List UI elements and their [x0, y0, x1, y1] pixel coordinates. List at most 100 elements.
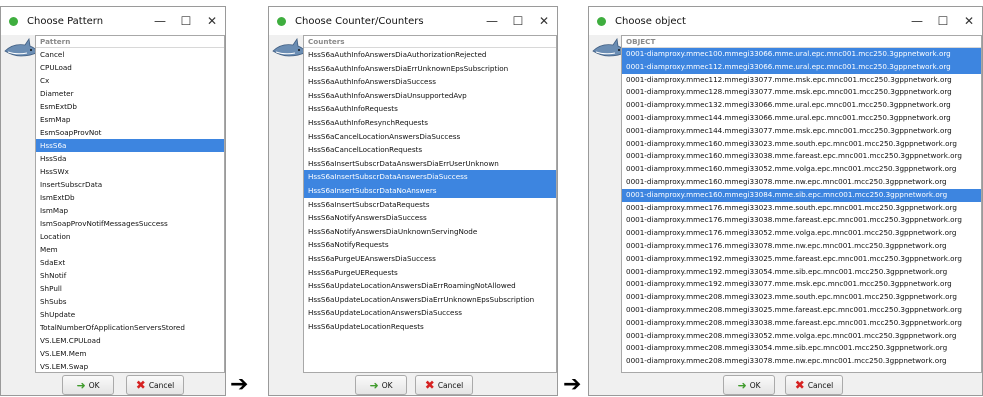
- list-item[interactable]: 0001-diamproxy.mmec100.mmegi33066.mme.ur…: [622, 48, 981, 61]
- list-item[interactable]: HssS6aPurgeUEAnswersDiaSuccess: [304, 252, 556, 266]
- list-item[interactable]: HssS6aUpdateLocationAnswersDiaErrRoaming…: [304, 279, 556, 293]
- list-item[interactable]: HssS6aAuthInfoAnswersDiaAuthorizationRej…: [304, 48, 556, 62]
- cancel-button[interactable]: ✖ Cancel: [415, 375, 473, 395]
- counter-dialog-title: Choose Counter/Counters: [295, 15, 424, 27]
- object-list[interactable]: OBJECT 0001-diamproxy.mmec100.mmegi33066…: [621, 35, 982, 373]
- list-item[interactable]: HssS6aAuthInfoAnswersDiaSuccess: [304, 75, 556, 89]
- list-item[interactable]: HssS6aAuthInfoResynchRequests: [304, 116, 556, 130]
- list-item[interactable]: VS.LEM.CPULoad: [36, 334, 224, 347]
- maximize-button[interactable]: ☐: [930, 10, 956, 32]
- shark-icon: [4, 37, 39, 57]
- list-item[interactable]: HssSWx: [36, 165, 224, 178]
- list-item[interactable]: 0001-diamproxy.mmec192.mmegi33025.mme.fa…: [622, 253, 981, 266]
- list-item[interactable]: HssS6a: [36, 139, 224, 152]
- counter-dialog-titlebar: Choose Counter/Counters — ☐ ✕: [269, 7, 557, 35]
- counter-list[interactable]: Counters HssS6aAuthInfoAnswersDiaAuthori…: [303, 35, 557, 373]
- list-item[interactable]: HssSda: [36, 152, 224, 165]
- list-item[interactable]: CPULoad: [36, 61, 224, 74]
- list-item[interactable]: HssS6aNotifyAnswersDiaSuccess: [304, 211, 556, 225]
- list-item[interactable]: Location: [36, 230, 224, 243]
- minimize-button[interactable]: —: [479, 10, 505, 32]
- list-item[interactable]: 0001-diamproxy.mmec208.mmegi33038.mme.fa…: [622, 317, 981, 330]
- list-item[interactable]: 0001-diamproxy.mmec208.mmegi33078.mme.nw…: [622, 355, 981, 368]
- ok-button[interactable]: ➜ OK: [355, 375, 407, 395]
- list-item[interactable]: HssS6aAuthInfoAnswersDiaUnsupportedAvp: [304, 89, 556, 103]
- list-item[interactable]: Diameter: [36, 87, 224, 100]
- list-item[interactable]: HssS6aInsertSubscrDataAnswersDiaSuccess: [304, 170, 556, 184]
- list-item[interactable]: 0001-diamproxy.mmec176.mmegi33052.mme.vo…: [622, 227, 981, 240]
- list-item[interactable]: ShNotif: [36, 269, 224, 282]
- list-item[interactable]: 0001-diamproxy.mmec160.mmegi33023.mme.so…: [622, 138, 981, 151]
- close-button[interactable]: ✕: [956, 10, 982, 32]
- list-item[interactable]: 0001-diamproxy.mmec192.mmegi33077.mme.ms…: [622, 278, 981, 291]
- list-item[interactable]: HssS6aUpdateLocationAnswersDiaErrUnknown…: [304, 293, 556, 307]
- list-item[interactable]: HssS6aNotifyRequests: [304, 238, 556, 252]
- close-button[interactable]: ✕: [199, 10, 225, 32]
- list-item[interactable]: 0001-diamproxy.mmec208.mmegi33025.mme.fa…: [622, 304, 981, 317]
- list-item[interactable]: ShPull: [36, 282, 224, 295]
- list-item[interactable]: 0001-diamproxy.mmec160.mmegi33052.mme.vo…: [622, 163, 981, 176]
- list-item[interactable]: IsmSoapProvNotifMessagesSuccess: [36, 217, 224, 230]
- list-item[interactable]: HssS6aUpdateLocationRequests: [304, 320, 556, 334]
- list-item[interactable]: 0001-diamproxy.mmec112.mmegi33066.mme.ur…: [622, 60, 981, 74]
- list-item[interactable]: Cx: [36, 74, 224, 87]
- check-icon: ➜: [369, 378, 379, 392]
- list-item[interactable]: SdaExt: [36, 256, 224, 269]
- maximize-button[interactable]: ☐: [505, 10, 531, 32]
- list-item[interactable]: 0001-diamproxy.mmec132.mmegi33066.mme.ur…: [622, 99, 981, 112]
- list-item[interactable]: HssS6aPurgeUERequests: [304, 266, 556, 280]
- list-item[interactable]: HssS6aNotifyAnswersDiaUnknownServingNode: [304, 225, 556, 239]
- check-icon: ➜: [737, 378, 747, 392]
- list-item[interactable]: HssS6aUpdateLocationAnswersDiaSuccess: [304, 306, 556, 320]
- ok-button[interactable]: ➜ OK: [723, 375, 775, 395]
- list-item[interactable]: HssS6aInsertSubscrDataNoAnswers: [304, 183, 556, 198]
- ok-button[interactable]: ➜ OK: [62, 375, 114, 395]
- check-icon: ➜: [76, 378, 86, 392]
- maximize-button[interactable]: ☐: [173, 10, 199, 32]
- list-item[interactable]: 0001-diamproxy.mmec176.mmegi33078.mme.nw…: [622, 240, 981, 253]
- counter-dialog: Choose Counter/Counters — ☐ ✕ Counters H…: [268, 6, 558, 396]
- list-item[interactable]: 0001-diamproxy.mmec208.mmegi33054.mme.si…: [622, 342, 981, 355]
- list-item[interactable]: 0001-diamproxy.mmec160.mmegi33038.mme.fa…: [622, 150, 981, 163]
- list-item[interactable]: EsmMap: [36, 113, 224, 126]
- list-item[interactable]: VS.LEM.Swap: [36, 360, 224, 372]
- list-item[interactable]: HssS6aAuthInfoAnswersDiaErrUnknownEpsSub…: [304, 62, 556, 76]
- pattern-list[interactable]: Pattern Cancel CPULoad Cx Diameter EsmExtDb E…: [35, 35, 225, 373]
- ok-label: OK: [749, 380, 761, 390]
- list-item[interactable]: IsmExtDb: [36, 191, 224, 204]
- list-item[interactable]: 0001-diamproxy.mmec192.mmegi33054.mme.si…: [622, 266, 981, 279]
- list-item[interactable]: IsmMap: [36, 204, 224, 217]
- list-item[interactable]: 0001-diamproxy.mmec176.mmegi33038.mme.fa…: [622, 214, 981, 227]
- list-item[interactable]: Cancel: [36, 48, 224, 61]
- list-item[interactable]: 0001-diamproxy.mmec160.mmegi33084.mme.si…: [622, 188, 981, 202]
- list-item[interactable]: 0001-diamproxy.mmec176.mmegi33023.mme.so…: [622, 202, 981, 215]
- pattern-list-header: Pattern: [36, 36, 224, 48]
- list-item[interactable]: 0001-diamproxy.mmec112.mmegi33077.mme.ms…: [622, 74, 981, 87]
- list-item[interactable]: HssS6aAuthInfoRequests: [304, 102, 556, 116]
- list-item[interactable]: 0001-diamproxy.mmec208.mmegi33052.mme.vo…: [622, 330, 981, 343]
- close-button[interactable]: ✕: [531, 10, 557, 32]
- list-item[interactable]: TotalNumberOfApplicationServersStored: [36, 321, 224, 334]
- list-item[interactable]: ShUpdate: [36, 308, 224, 321]
- list-item[interactable]: InsertSubscrData: [36, 178, 224, 191]
- list-item[interactable]: HssS6aCancelLocationRequests: [304, 143, 556, 157]
- list-item[interactable]: HssS6aInsertSubscrDataAnswersDiaErrUserU…: [304, 157, 556, 171]
- list-item[interactable]: EsmExtDb: [36, 100, 224, 113]
- list-item[interactable]: 0001-diamproxy.mmec144.mmegi33066.mme.ur…: [622, 112, 981, 125]
- list-item[interactable]: 0001-diamproxy.mmec144.mmegi33077.mme.ms…: [622, 125, 981, 138]
- list-item[interactable]: EsmSoapProvNot: [36, 126, 224, 139]
- list-item[interactable]: 0001-diamproxy.mmec160.mmegi33078.mme.nw…: [622, 176, 981, 189]
- ok-label: OK: [88, 380, 100, 390]
- list-item[interactable]: HssS6aCancelLocationAnswersDiaSuccess: [304, 130, 556, 144]
- list-item[interactable]: 0001-diamproxy.mmec128.mmegi33077.mme.ms…: [622, 86, 981, 99]
- cancel-button[interactable]: ✖ Cancel: [785, 375, 843, 395]
- list-item[interactable]: ShSubs: [36, 295, 224, 308]
- minimize-button[interactable]: —: [147, 10, 173, 32]
- list-item[interactable]: Mem: [36, 243, 224, 256]
- object-dialog: Choose object — ☐ ✕ OBJECT 0001-diamprox…: [588, 6, 983, 396]
- minimize-button[interactable]: —: [904, 10, 930, 32]
- cancel-button[interactable]: ✖ Cancel: [126, 375, 184, 395]
- list-item[interactable]: 0001-diamproxy.mmec208.mmegi33023.mme.so…: [622, 291, 981, 304]
- list-item[interactable]: VS.LEM.Mem: [36, 347, 224, 360]
- list-item[interactable]: HssS6aInsertSubscrDataRequests: [304, 198, 556, 212]
